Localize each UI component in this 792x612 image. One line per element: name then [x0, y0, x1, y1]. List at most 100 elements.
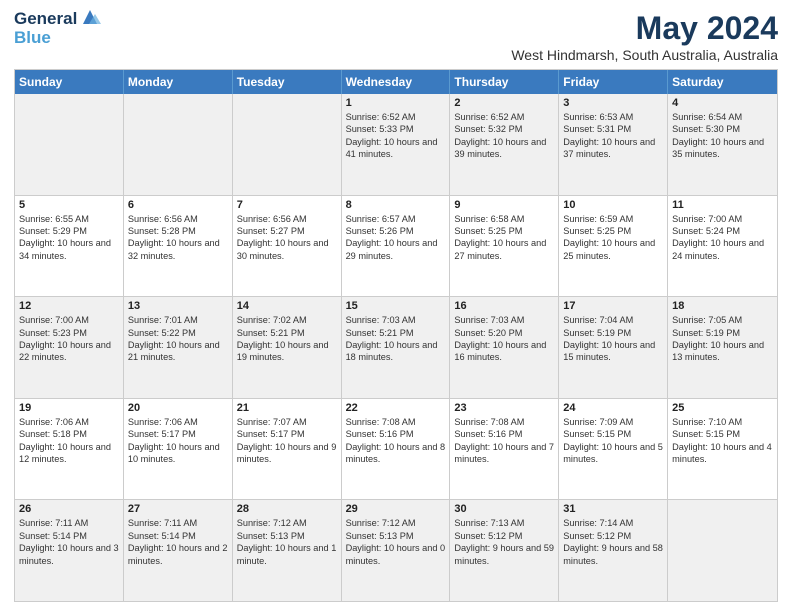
- calendar-cell: 4 Sunrise: 6:54 AMSunset: 5:30 PMDaylight…: [668, 94, 777, 195]
- calendar-cell: 23 Sunrise: 7:08 AMSunset: 5:16 PMDayligh…: [450, 399, 559, 500]
- header-day-wednesday: Wednesday: [342, 70, 451, 94]
- calendar-cell: 8 Sunrise: 6:57 AMSunset: 5:26 PMDaylight…: [342, 196, 451, 297]
- day-number: 24: [563, 402, 663, 414]
- day-number: 23: [454, 402, 554, 414]
- cell-info: Sunrise: 6:56 AMSunset: 5:27 PMDaylight:…: [237, 213, 337, 263]
- calendar-row-1: 5 Sunrise: 6:55 AMSunset: 5:29 PMDaylight…: [15, 195, 777, 297]
- calendar-cell: 16Sunrise: 7:03 AMSunset: 5:20 PMDayligh…: [450, 297, 559, 398]
- day-number: 29: [346, 503, 446, 515]
- day-number: 28: [237, 503, 337, 515]
- day-number: 19: [19, 402, 119, 414]
- calendar-row-4: 26 Sunrise: 7:11 AMSunset: 5:14 PMDayligh…: [15, 499, 777, 601]
- calendar-cell: 13 Sunrise: 7:01 AMSunset: 5:22 PMDayligh…: [124, 297, 233, 398]
- day-number: 11: [672, 199, 773, 211]
- calendar-cell: [668, 500, 777, 601]
- cell-info: Sunrise: 7:12 AMSunset: 5:13 PMDaylight:…: [346, 517, 446, 567]
- day-number: 26: [19, 503, 119, 515]
- calendar-cell: 20 Sunrise: 7:06 AMSunset: 5:17 PMDayligh…: [124, 399, 233, 500]
- calendar-cell: 19 Sunrise: 7:06 AMSunset: 5:18 PMDayligh…: [15, 399, 124, 500]
- header-day-tuesday: Tuesday: [233, 70, 342, 94]
- cell-info: Sunrise: 7:03 AMSunset: 5:21 PMDaylight:…: [346, 314, 446, 364]
- day-number: 25: [672, 402, 773, 414]
- cell-info: Sunrise: 6:58 AMSunset: 5:25 PMDaylight:…: [454, 213, 554, 263]
- cell-info: Sunrise: 7:01 AMSunset: 5:22 PMDaylight:…: [128, 314, 228, 364]
- calendar-cell: 21Sunrise: 7:07 AMSunset: 5:17 PMDayligh…: [233, 399, 342, 500]
- calendar-cell: 30 Sunrise: 7:13 AMSunset: 5:12 PMDayligh…: [450, 500, 559, 601]
- day-number: 17: [563, 300, 663, 312]
- header-day-saturday: Saturday: [668, 70, 777, 94]
- cell-info: Sunrise: 7:09 AMSunset: 5:15 PMDaylight:…: [563, 416, 663, 466]
- cell-info: Sunrise: 6:52 AMSunset: 5:33 PMDaylight:…: [346, 111, 446, 161]
- day-number: 30: [454, 503, 554, 515]
- day-number: 27: [128, 503, 228, 515]
- cell-info: Sunrise: 7:10 AMSunset: 5:15 PMDaylight:…: [672, 416, 773, 466]
- calendar-cell: 29 Sunrise: 7:12 AMSunset: 5:13 PMDayligh…: [342, 500, 451, 601]
- cell-info: Sunrise: 7:04 AMSunset: 5:19 PMDaylight:…: [563, 314, 663, 364]
- calendar-cell: 5 Sunrise: 6:55 AMSunset: 5:29 PMDaylight…: [15, 196, 124, 297]
- day-number: 4: [672, 97, 773, 109]
- header-day-sunday: Sunday: [15, 70, 124, 94]
- calendar-row-2: 12Sunrise: 7:00 AMSunset: 5:23 PMDayligh…: [15, 296, 777, 398]
- cell-info: Sunrise: 6:59 AMSunset: 5:25 PMDaylight:…: [563, 213, 663, 263]
- calendar-cell: 2 Sunrise: 6:52 AMSunset: 5:32 PMDaylight…: [450, 94, 559, 195]
- logo: General Blue: [14, 10, 101, 47]
- calendar-cell: 9Sunrise: 6:58 AMSunset: 5:25 PMDaylight…: [450, 196, 559, 297]
- calendar-cell: 6 Sunrise: 6:56 AMSunset: 5:28 PMDaylight…: [124, 196, 233, 297]
- calendar-cell: 26 Sunrise: 7:11 AMSunset: 5:14 PMDayligh…: [15, 500, 124, 601]
- calendar-header: SundayMondayTuesdayWednesdayThursdayFrid…: [15, 70, 777, 94]
- calendar-cell: 31Sunrise: 7:14 AMSunset: 5:12 PMDayligh…: [559, 500, 668, 601]
- cell-info: Sunrise: 7:02 AMSunset: 5:21 PMDaylight:…: [237, 314, 337, 364]
- cell-info: Sunrise: 7:00 AMSunset: 5:23 PMDaylight:…: [19, 314, 119, 364]
- month-title: May 2024: [511, 10, 778, 47]
- cell-info: Sunrise: 6:57 AMSunset: 5:26 PMDaylight:…: [346, 213, 446, 263]
- calendar-cell: 3 Sunrise: 6:53 AMSunset: 5:31 PMDaylight…: [559, 94, 668, 195]
- day-number: 3: [563, 97, 663, 109]
- day-number: 16: [454, 300, 554, 312]
- calendar-cell: 17 Sunrise: 7:04 AMSunset: 5:19 PMDayligh…: [559, 297, 668, 398]
- cell-info: Sunrise: 7:06 AMSunset: 5:17 PMDaylight:…: [128, 416, 228, 466]
- calendar-cell: 18 Sunrise: 7:05 AMSunset: 5:19 PMDayligh…: [668, 297, 777, 398]
- logo-general: General: [14, 10, 77, 29]
- day-number: 2: [454, 97, 554, 109]
- day-number: 15: [346, 300, 446, 312]
- day-number: 1: [346, 97, 446, 109]
- calendar-cell: 12Sunrise: 7:00 AMSunset: 5:23 PMDayligh…: [15, 297, 124, 398]
- day-number: 7: [237, 199, 337, 211]
- cell-info: Sunrise: 6:55 AMSunset: 5:29 PMDaylight:…: [19, 213, 119, 263]
- day-number: 13: [128, 300, 228, 312]
- day-number: 10: [563, 199, 663, 211]
- header-day-monday: Monday: [124, 70, 233, 94]
- day-number: 8: [346, 199, 446, 211]
- cell-info: Sunrise: 7:08 AMSunset: 5:16 PMDaylight:…: [454, 416, 554, 466]
- logo-blue: Blue: [14, 29, 101, 48]
- logo-icon: [79, 6, 101, 28]
- cell-info: Sunrise: 7:00 AMSunset: 5:24 PMDaylight:…: [672, 213, 773, 263]
- cell-info: Sunrise: 6:53 AMSunset: 5:31 PMDaylight:…: [563, 111, 663, 161]
- cell-info: Sunrise: 7:11 AMSunset: 5:14 PMDaylight:…: [128, 517, 228, 567]
- cell-info: Sunrise: 7:05 AMSunset: 5:19 PMDaylight:…: [672, 314, 773, 364]
- calendar-cell: [233, 94, 342, 195]
- cell-info: Sunrise: 7:11 AMSunset: 5:14 PMDaylight:…: [19, 517, 119, 567]
- day-number: 20: [128, 402, 228, 414]
- calendar-cell: 25 Sunrise: 7:10 AMSunset: 5:15 PMDayligh…: [668, 399, 777, 500]
- calendar-cell: 22 Sunrise: 7:08 AMSunset: 5:16 PMDayligh…: [342, 399, 451, 500]
- location-title: West Hindmarsh, South Australia, Austral…: [511, 47, 778, 63]
- day-number: 14: [237, 300, 337, 312]
- calendar: SundayMondayTuesdayWednesdayThursdayFrid…: [14, 69, 778, 602]
- day-number: 18: [672, 300, 773, 312]
- day-number: 21: [237, 402, 337, 414]
- day-number: 6: [128, 199, 228, 211]
- day-number: 22: [346, 402, 446, 414]
- header-day-friday: Friday: [559, 70, 668, 94]
- day-number: 5: [19, 199, 119, 211]
- cell-info: Sunrise: 7:13 AMSunset: 5:12 PMDaylight:…: [454, 517, 554, 567]
- cell-info: Sunrise: 7:06 AMSunset: 5:18 PMDaylight:…: [19, 416, 119, 466]
- cell-info: Sunrise: 6:52 AMSunset: 5:32 PMDaylight:…: [454, 111, 554, 161]
- calendar-cell: 24 Sunrise: 7:09 AMSunset: 5:15 PMDayligh…: [559, 399, 668, 500]
- cell-info: Sunrise: 7:08 AMSunset: 5:16 PMDaylight:…: [346, 416, 446, 466]
- calendar-cell: 11 Sunrise: 7:00 AMSunset: 5:24 PMDayligh…: [668, 196, 777, 297]
- cell-info: Sunrise: 7:14 AMSunset: 5:12 PMDaylight:…: [563, 517, 663, 567]
- cell-info: Sunrise: 6:54 AMSunset: 5:30 PMDaylight:…: [672, 111, 773, 161]
- calendar-cell: 1 Sunrise: 6:52 AMSunset: 5:33 PMDaylight…: [342, 94, 451, 195]
- cell-info: Sunrise: 6:56 AMSunset: 5:28 PMDaylight:…: [128, 213, 228, 263]
